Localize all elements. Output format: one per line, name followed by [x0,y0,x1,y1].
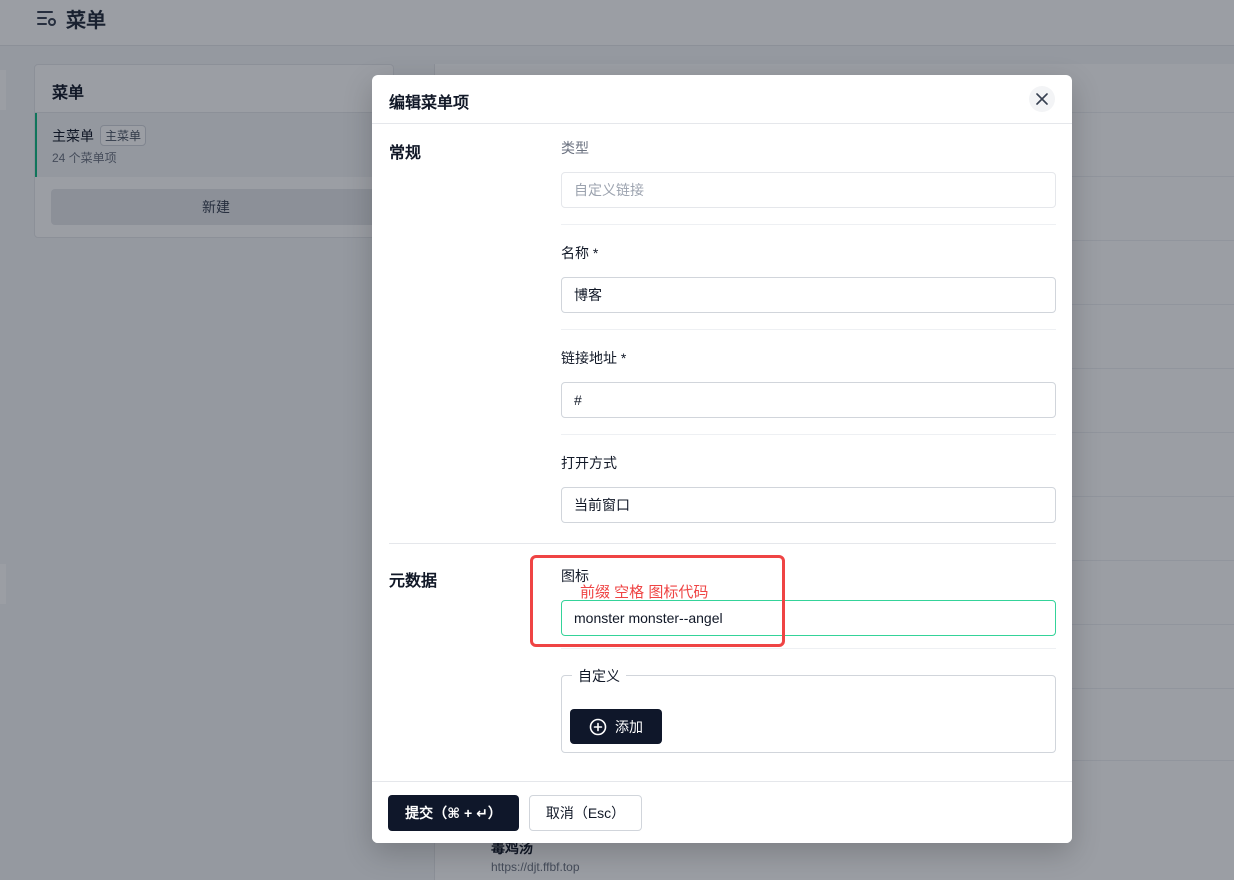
name-label: 名称 * [561,245,599,261]
section-metadata-title: 元数据 [389,573,438,590]
edit-menu-item-dialog: 编辑菜单项 常规 类型 自定义链接 名称 * 博客 链接地址 * # 打开方式 … [372,75,1072,843]
type-label: 类型 [561,140,589,156]
dialog-header: 编辑菜单项 [372,75,1072,124]
section-separator [389,543,1056,544]
name-input[interactable]: 博客 [561,277,1056,313]
field-separator [561,434,1056,435]
plus-circle-icon [589,718,607,735]
close-icon [1036,93,1048,105]
section-general-title: 常规 [389,145,422,162]
open-mode-label: 打开方式 [561,455,617,471]
close-button[interactable] [1029,86,1055,112]
type-field: 自定义链接 [561,172,1056,208]
add-button-label: 添加 [615,718,643,735]
url-label: 链接地址 * [561,350,627,366]
annotation-text: 前缀 空格 图标代码 [580,584,709,601]
field-separator [561,329,1056,330]
add-button[interactable]: 添加 [570,709,662,744]
field-separator [561,224,1056,225]
url-input[interactable]: # [561,382,1056,418]
submit-button[interactable]: 提交（⌘ + ↵） [388,795,519,831]
open-mode-select[interactable]: 当前窗口 [561,487,1056,523]
cancel-button[interactable]: 取消（Esc） [529,795,642,831]
custom-fieldset: 自定义 添加 [561,666,1056,753]
field-separator [561,648,1056,649]
dialog-body: 常规 类型 自定义链接 名称 * 博客 链接地址 * # 打开方式 当前窗口 元… [372,124,1072,781]
custom-legend: 自定义 [572,666,626,686]
dialog-title: 编辑菜单项 [389,95,470,112]
dialog-footer: 提交（⌘ + ↵） 取消（Esc） [372,781,1072,843]
